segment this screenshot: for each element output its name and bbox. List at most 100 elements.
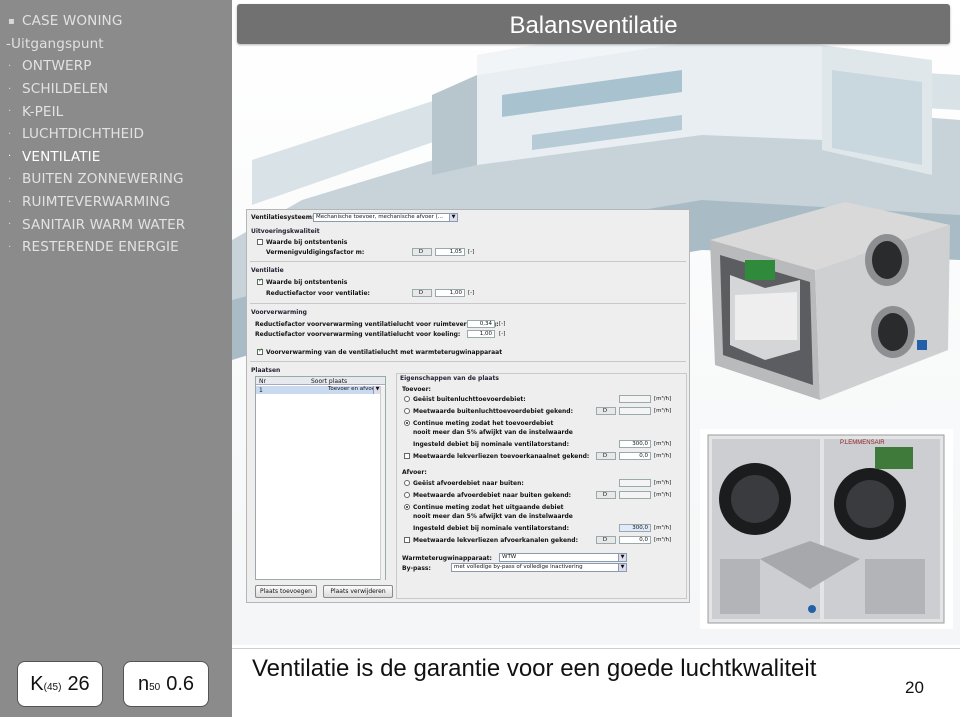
plaatsen-table: Nr Soort plaats 1 Toevoer en afvoer ▼ bbox=[255, 376, 386, 580]
afvoer-continue-label-2: nooit meer dan 5% afwijkt van de instelw… bbox=[413, 513, 573, 520]
k-label: K bbox=[30, 672, 44, 695]
sidebar-nav: ▪ CASE WONING -Uitgangspunt · ONTWERP · SCHILD… bbox=[6, 10, 185, 259]
column-header-nr: Nr bbox=[259, 378, 266, 385]
remove-place-button[interactable]: Plaats verwijderen bbox=[323, 585, 393, 598]
divider bbox=[250, 361, 686, 362]
ventilatie-checkbox-label: Waarde bij ontstentenis bbox=[266, 279, 348, 286]
sidebar-item-ontwerp[interactable]: · ONTWERP bbox=[6, 55, 185, 78]
sidebar-item-label: SANITAIR WARM WATER bbox=[22, 216, 186, 233]
toevoer-radio-continue[interactable] bbox=[404, 420, 410, 426]
n-label: n bbox=[137, 672, 150, 695]
toevoer-lek-input[interactable]: 0,0 bbox=[619, 452, 651, 460]
afvoer-geeist-label: Geëist afvoerdebiet naar buiten: bbox=[413, 480, 524, 487]
bypass-select[interactable]: met volledige by-pass of volledige inact… bbox=[451, 563, 627, 572]
sidebar-item-uitgangspunt[interactable]: -Uitgangspunt bbox=[6, 33, 185, 56]
toevoer-radio-geeist[interactable] bbox=[404, 396, 410, 402]
add-place-button[interactable]: Plaats toevoegen bbox=[255, 585, 317, 598]
n-subscript: 50 bbox=[149, 681, 161, 693]
sidebar-item-resterende-energie[interactable]: · RESTERENDE ENERGIE bbox=[6, 236, 185, 259]
brand-label: P.LEMMENSAIR bbox=[840, 440, 885, 446]
afvoer-ingesteld-unit: [m³/h] bbox=[654, 525, 672, 531]
sidebar-item-label: SCHILDELEN bbox=[22, 81, 109, 98]
k-subscript: (45) bbox=[43, 681, 62, 693]
toevoer-meetwaarde-label: Meetwaarde buitenluchttoevoerdebiet geke… bbox=[413, 408, 573, 415]
sidebar-item-schildelen[interactable]: · SCHILDELEN bbox=[6, 78, 185, 101]
ventilatie-factor-input[interactable]: 1,00 bbox=[435, 289, 465, 297]
sidebar-item-sanitair-warm-water[interactable]: · SANITAIR WARM WATER bbox=[6, 213, 185, 236]
afvoer-title: Afvoer: bbox=[402, 469, 427, 476]
system-label: Ventilatiesysteem: bbox=[251, 214, 315, 221]
bullet-icon: · bbox=[8, 83, 12, 95]
sidebar-item-luchtdichtheid[interactable]: · LUCHTDICHTHEID bbox=[6, 123, 185, 146]
bullet-icon: · bbox=[8, 151, 12, 163]
toevoer-lek-checkbox[interactable] bbox=[404, 453, 410, 459]
afvoer-geeist-unit: [m³/h] bbox=[654, 480, 672, 486]
voorverwarming-row2-input[interactable]: 1,00 bbox=[467, 330, 495, 338]
toevoer-ingesteld-input[interactable]: 300,0 bbox=[619, 440, 651, 448]
afvoer-radio-meetwaarde[interactable] bbox=[404, 492, 410, 498]
bypass-label: By-pass: bbox=[402, 565, 431, 572]
toevoer-geeist-input[interactable] bbox=[619, 395, 651, 403]
voorverwarming-row1-input[interactable]: 0,34 bbox=[467, 320, 495, 328]
k-value-badge: K (45) 26 bbox=[17, 661, 103, 707]
slide-title-bar: Balansventilatie bbox=[237, 4, 950, 44]
uitvoering-factor-input[interactable]: 1,05 bbox=[435, 248, 465, 256]
chevron-down-icon: ▼ bbox=[449, 214, 457, 221]
afvoer-geeist-input[interactable] bbox=[619, 479, 651, 487]
footer-divider bbox=[232, 648, 960, 649]
wtw-select[interactable]: WTW ▼ bbox=[499, 553, 627, 562]
slide-title: Balansventilatie bbox=[509, 12, 678, 39]
wtw-select-value: WTW bbox=[502, 554, 517, 560]
uitvoering-factor-d: D bbox=[412, 248, 432, 256]
voorverwarming-wtw-checkbox[interactable] bbox=[257, 347, 263, 355]
scrollbar[interactable] bbox=[380, 386, 385, 580]
voorverwarming-row2-label: Reductiefactor voorverwarming ventilatie… bbox=[255, 331, 461, 338]
afvoer-radio-continue[interactable] bbox=[404, 504, 410, 510]
toevoer-lek-unit: [m³/h] bbox=[654, 453, 672, 459]
sidebar-item-label: LUCHTDICHTHEID bbox=[22, 126, 145, 143]
afvoer-lek-checkbox[interactable] bbox=[404, 537, 410, 543]
uitvoering-default-checkbox[interactable] bbox=[257, 239, 263, 245]
ventilatie-factor-label: Reductiefactor voor ventilatie: bbox=[266, 290, 370, 297]
voorverwarming-row1-unit: [-] bbox=[499, 321, 506, 327]
sidebar-item-ruimteverwarming[interactable]: · RUIMTEVERWARMING bbox=[6, 191, 185, 214]
sidebar-item-label: RESTERENDE ENERGIE bbox=[22, 239, 179, 256]
bullet-icon: · bbox=[8, 241, 12, 253]
toevoer-lek-d: D bbox=[596, 452, 616, 460]
row-soort-select[interactable]: Toevoer en afvoer ▼ bbox=[286, 386, 381, 394]
bypass-select-value: met volledige by-pass of volledige inact… bbox=[454, 564, 583, 570]
eigenschappen-title: Eigenschappen van de plaats bbox=[400, 375, 499, 382]
ventilation-settings-dialog: Ventilatiesysteem: Mechanische toevoer, … bbox=[246, 209, 690, 603]
afvoer-meetwaarde-label: Meetwaarde afvoerdebiet naar buiten geke… bbox=[413, 492, 572, 499]
toevoer-radio-meetwaarde[interactable] bbox=[404, 408, 410, 414]
voorverwarming-section-title: Voorverwarming bbox=[251, 309, 307, 316]
toevoer-lek-label: Meetwaarde lekverliezen toevoerkanaalnet… bbox=[413, 453, 590, 460]
toevoer-meetwaarde-unit: [m³/h] bbox=[654, 408, 672, 414]
afvoer-meetwaarde-input[interactable] bbox=[619, 491, 651, 499]
afvoer-lek-d: D bbox=[596, 536, 616, 544]
slide-subtitle: Ventilatie is de garantie voor een goede… bbox=[252, 655, 817, 682]
open-ventilation-unit-photo: P.LEMMENSAIR bbox=[700, 429, 953, 629]
toevoer-meetwaarde-input[interactable] bbox=[619, 407, 651, 415]
system-select[interactable]: Mechanische toevoer, mechanische afvoer … bbox=[313, 213, 458, 222]
bullet-icon: · bbox=[8, 219, 12, 231]
row-nr: 1 bbox=[259, 387, 263, 394]
afvoer-ingesteld-label: Ingesteld debiet bij nominale ventilator… bbox=[413, 525, 569, 532]
plaatsen-table-header: Nr Soort plaats bbox=[256, 377, 385, 385]
sidebar-item-buiten-zonnewering[interactable]: · BUITEN ZONNEWERING bbox=[6, 168, 185, 191]
afvoer-lek-label: Meetwaarde lekverliezen afvoerkanalen ge… bbox=[413, 537, 578, 544]
afvoer-continue-label-1: Continue meting zodat het uitgaande debi… bbox=[413, 504, 564, 511]
sidebar-item-ventilatie[interactable]: · VENTILATIE bbox=[6, 146, 185, 169]
toevoer-continue-label-1: Continue meting zodat het toevoerdebiet bbox=[413, 420, 554, 427]
ventilatie-factor-d: D bbox=[412, 289, 432, 297]
afvoer-radio-geeist[interactable] bbox=[404, 480, 410, 486]
sidebar-item-case-woning[interactable]: ▪ CASE WONING bbox=[6, 10, 185, 33]
afvoer-lek-input[interactable]: 0,0 bbox=[619, 536, 651, 544]
voorverwarming-row1-label: Reductiefactor voorverwarming ventilatie… bbox=[255, 321, 499, 328]
sidebar-item-label: -Uitgangspunt bbox=[6, 35, 104, 52]
table-row[interactable]: 1 Toevoer en afvoer ▼ bbox=[256, 386, 381, 394]
sidebar-item-k-peil[interactable]: · K-PEIL bbox=[6, 100, 185, 123]
afvoer-meetwaarde-unit: [m³/h] bbox=[654, 492, 672, 498]
ventilatie-default-checkbox[interactable] bbox=[257, 277, 263, 285]
afvoer-ingesteld-input[interactable]: 300,0 bbox=[619, 524, 651, 532]
